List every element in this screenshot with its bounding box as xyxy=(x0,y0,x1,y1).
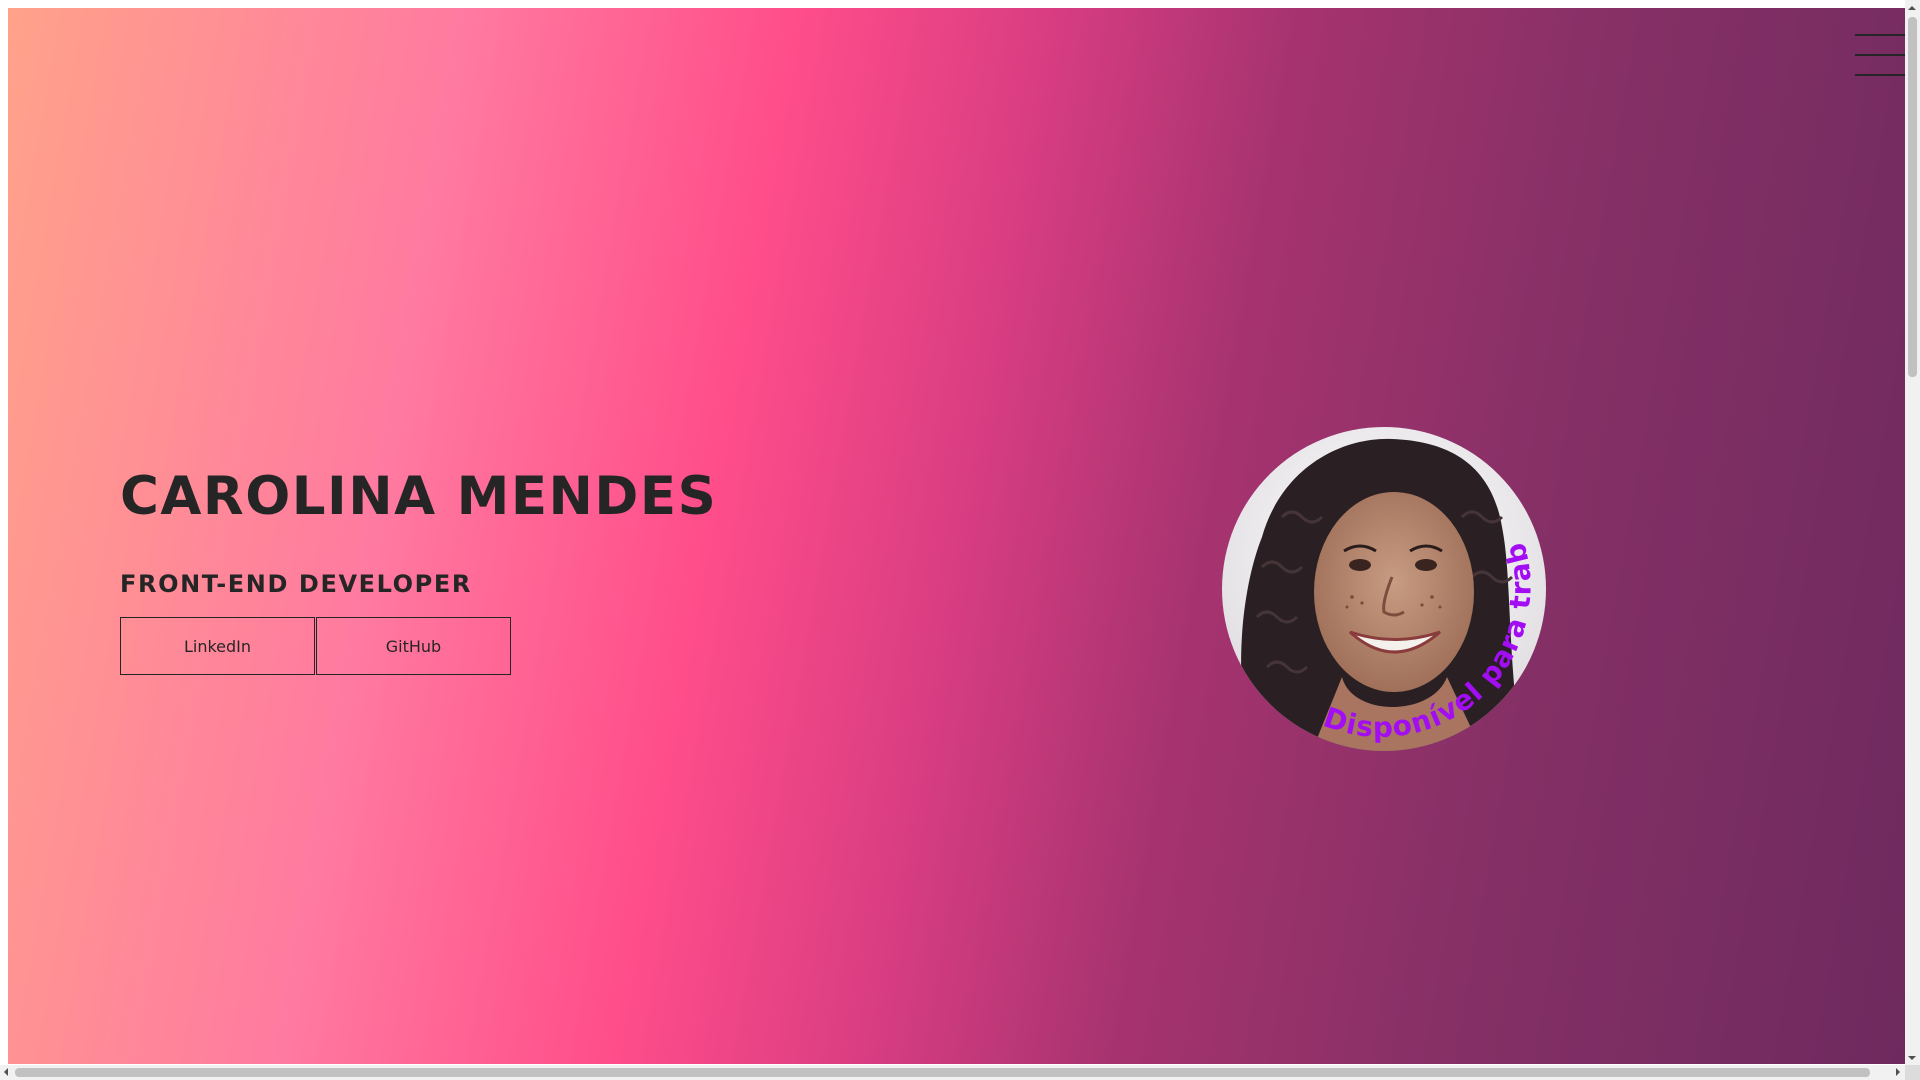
hero-role: FRONT-END DEVELOPER xyxy=(120,570,472,598)
menu-line xyxy=(1855,54,1905,56)
hero-section: CAROLINA MENDES FRONT-END DEVELOPER Link… xyxy=(8,8,1905,1064)
menu-line xyxy=(1855,74,1905,76)
menu-line xyxy=(1855,34,1905,36)
scroll-down-arrow-icon[interactable] xyxy=(1908,1056,1916,1064)
horizontal-scrollbar[interactable] xyxy=(0,1065,1905,1080)
hero-name: CAROLINA MENDES xyxy=(120,466,718,527)
avatar: Disponível para trabalhar xyxy=(1222,427,1546,751)
avatar-photo: Disponível para trabalhar xyxy=(1222,427,1546,751)
scroll-left-arrow-icon[interactable] xyxy=(0,1068,8,1076)
scrollbar-thumb[interactable] xyxy=(15,1068,1870,1077)
social-buttons: LinkedIn GitHub xyxy=(120,617,511,675)
vertical-scrollbar[interactable] xyxy=(1905,0,1920,1065)
linkedin-button[interactable]: LinkedIn xyxy=(120,617,315,675)
scrollbar-thumb[interactable] xyxy=(1908,17,1917,377)
scroll-up-arrow-icon[interactable] xyxy=(1908,2,1916,10)
scroll-right-arrow-icon[interactable] xyxy=(1896,1068,1904,1076)
hamburger-menu-icon[interactable] xyxy=(1855,34,1905,78)
github-button[interactable]: GitHub xyxy=(316,617,511,675)
scrollbar-corner xyxy=(1905,1065,1920,1080)
